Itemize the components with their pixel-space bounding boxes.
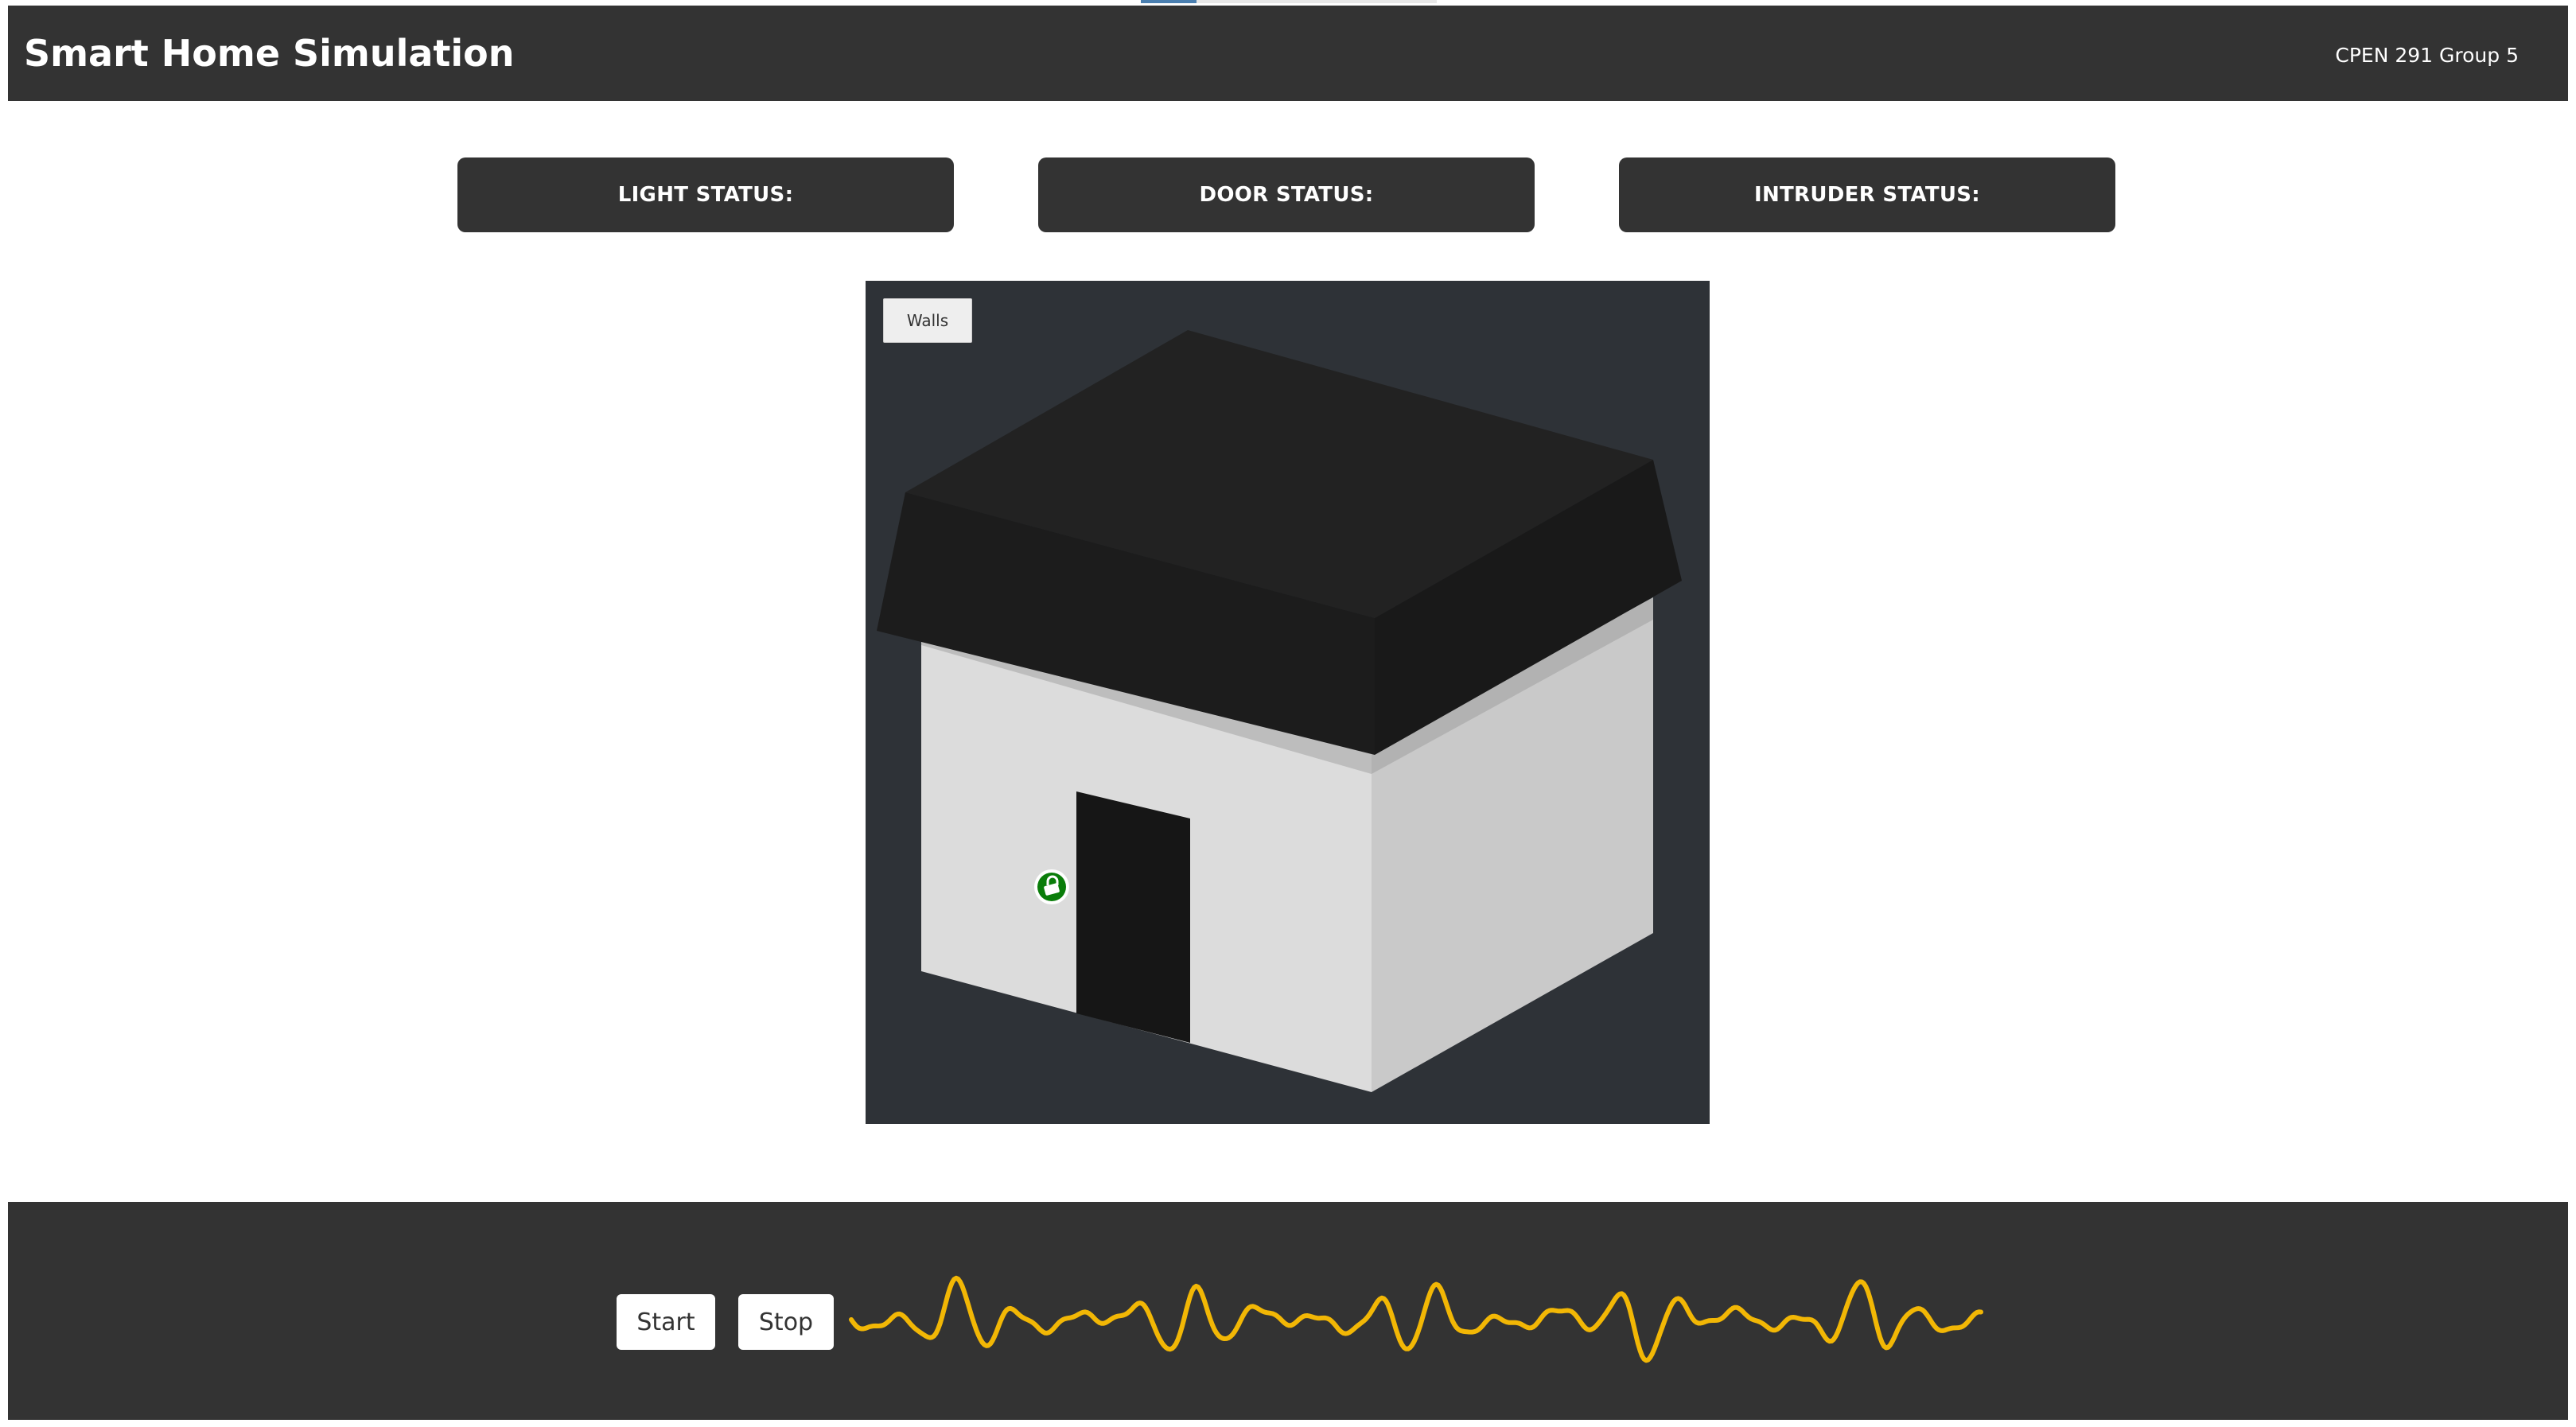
lock-indicator[interactable]	[1034, 869, 1069, 904]
house-illustration	[877, 330, 1682, 1092]
front-door[interactable]	[1076, 791, 1190, 1043]
light-status-label: LIGHT STATUS:	[617, 183, 794, 207]
header-accent-bar	[1141, 0, 1197, 3]
intruder-status-card: INTRUDER STATUS:	[1619, 157, 2115, 232]
intruder-status-label: INTRUDER STATUS:	[1753, 183, 1981, 207]
waveform-line	[849, 1275, 1983, 1363]
app-title: Smart Home Simulation	[24, 32, 515, 75]
start-button[interactable]: Start	[617, 1294, 715, 1350]
group-label: CPEN 291 Group 5	[2335, 44, 2519, 67]
house-3d-viewport[interactable]: Walls	[866, 281, 1710, 1124]
door-status-label: DOOR STATUS:	[1199, 183, 1374, 207]
smart-home-page: Smart Home Simulation CPEN 291 Group 5 L…	[0, 0, 2576, 1427]
header-accent-bar-light	[1197, 0, 1437, 3]
app-header: Smart Home Simulation CPEN 291 Group 5	[8, 6, 2568, 101]
walls-toggle-button[interactable]: Walls	[883, 298, 972, 343]
control-footer: Start Stop	[8, 1202, 2568, 1420]
door-status-card: DOOR STATUS:	[1038, 157, 1535, 232]
light-status-card: LIGHT STATUS:	[457, 157, 954, 232]
stop-button[interactable]: Stop	[738, 1294, 834, 1350]
audio-waveform	[849, 1275, 1983, 1363]
